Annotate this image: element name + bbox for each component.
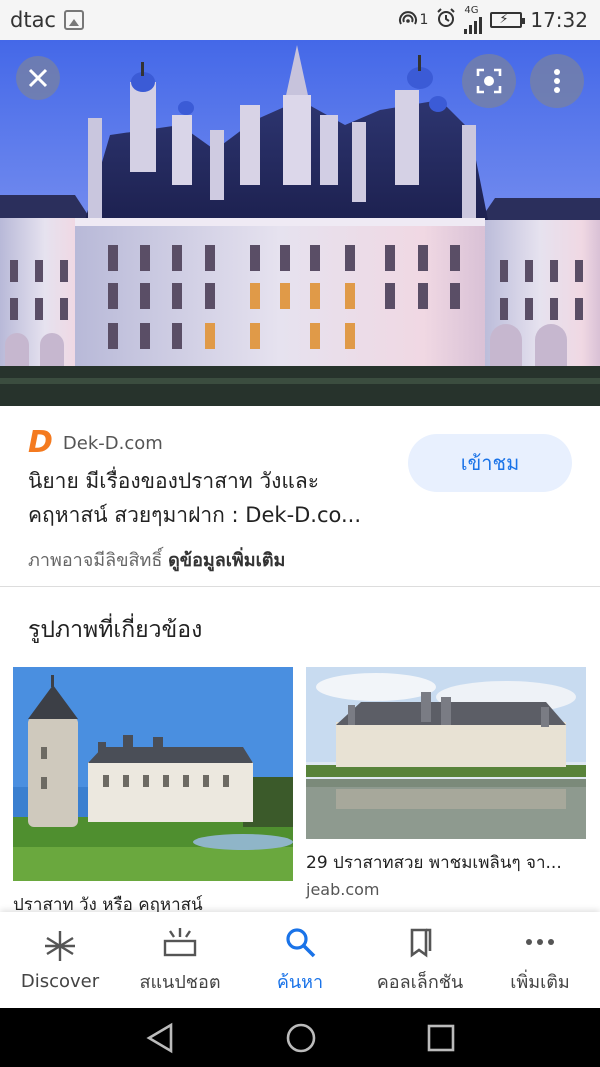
back-icon[interactable] (145, 1022, 175, 1054)
copyright-notice: ภาพอาจมีลิขสิทธิ์ ดูข้อมูลเพิ่มเติม (28, 545, 285, 574)
search-icon (286, 927, 316, 957)
nav-more[interactable]: เพิ่มเติม (480, 912, 600, 1008)
battery-charging-icon: ⚡ (490, 12, 526, 28)
nav-collections-label: คอลเล็กชัน (376, 971, 464, 993)
clock: 17:32 (530, 8, 588, 32)
related-image-card[interactable]: 29 ปราสาทสวย พาชมเพลินๆ จา... jeab.com (306, 667, 586, 899)
nav-more-label: เพิ่มเติม (510, 971, 570, 993)
status-bar: dtac 1 4G ⚡ 17:32 (0, 0, 600, 40)
selected-image[interactable] (0, 40, 600, 406)
visit-button[interactable]: เข้าชม (408, 434, 572, 492)
gallery-icon (63, 10, 84, 30)
nav-search[interactable]: ค้นหา (240, 912, 360, 1008)
nav-search-label: ค้นหา (276, 971, 324, 993)
network-type: 4G (464, 5, 479, 16)
source-name: Dek-D.com (62, 432, 163, 454)
sim-indicator: 1 (419, 12, 429, 28)
related-heading: รูปภาพที่เกี่ยวข้อง (28, 617, 203, 643)
nav-snapshot[interactable]: สแนปชอต (120, 912, 240, 1008)
more-options-button[interactable] (530, 54, 584, 108)
signal-icon: 4G (464, 5, 483, 34)
related-image-2 (306, 667, 586, 839)
hotspot-icon: 1 (397, 10, 428, 30)
divider (0, 586, 600, 587)
nav-discover[interactable]: Discover (0, 912, 120, 1008)
asterisk-icon (45, 930, 75, 961)
more-info-link[interactable]: ดูข้อมูลเพิ่มเติม (168, 550, 285, 571)
related-image-1 (13, 667, 293, 881)
more-horizontal-icon (526, 938, 554, 945)
close-button[interactable] (16, 56, 60, 100)
result-title-line2: คฤหาสน์ สวยๆมาฝาก : Dek-D.co... (28, 503, 362, 527)
nav-discover-label: Discover (20, 970, 100, 992)
status-icons: 1 4G ⚡ 17:32 (397, 0, 588, 40)
alarm-icon (436, 7, 456, 33)
dekd-logo: D (28, 425, 53, 460)
related-image-card[interactable]: ปราสาท วัง หรือ คฤหาสน์ (13, 667, 293, 918)
more-vertical-icon (554, 69, 560, 93)
close-icon (28, 68, 48, 88)
system-navigation-bar (0, 1008, 600, 1067)
nav-collections[interactable]: คอลเล็กชัน (360, 912, 480, 1008)
snapshot-icon (163, 927, 197, 956)
recents-icon[interactable] (427, 1024, 455, 1052)
result-source[interactable]: D Dek-D.com (28, 428, 163, 458)
result-title[interactable]: นิยาย มีเรื่องของปราสาท วังและ คฤหาสน์ ส… (28, 464, 408, 532)
result-title-line1: นิยาย มีเรื่องของปราสาท วังและ (28, 469, 320, 493)
lens-icon (476, 68, 502, 94)
home-icon[interactable] (285, 1022, 317, 1054)
nav-snapshot-label: สแนปชอต (139, 971, 221, 993)
bottom-navigation: Discover สแนปชอต ค้นหา คอลเล็กชัน เพิ่มเ… (0, 912, 600, 1008)
bookmark-icon (410, 928, 432, 958)
rights-text: ภาพอาจมีลิขสิทธิ์ (28, 550, 163, 571)
related-image-site: jeab.com (306, 880, 380, 899)
related-image-caption: 29 ปราสาทสวย พาชมเพลินๆ จา... (306, 853, 562, 873)
carrier-name: dtac (10, 8, 56, 32)
lens-button[interactable] (462, 54, 516, 108)
